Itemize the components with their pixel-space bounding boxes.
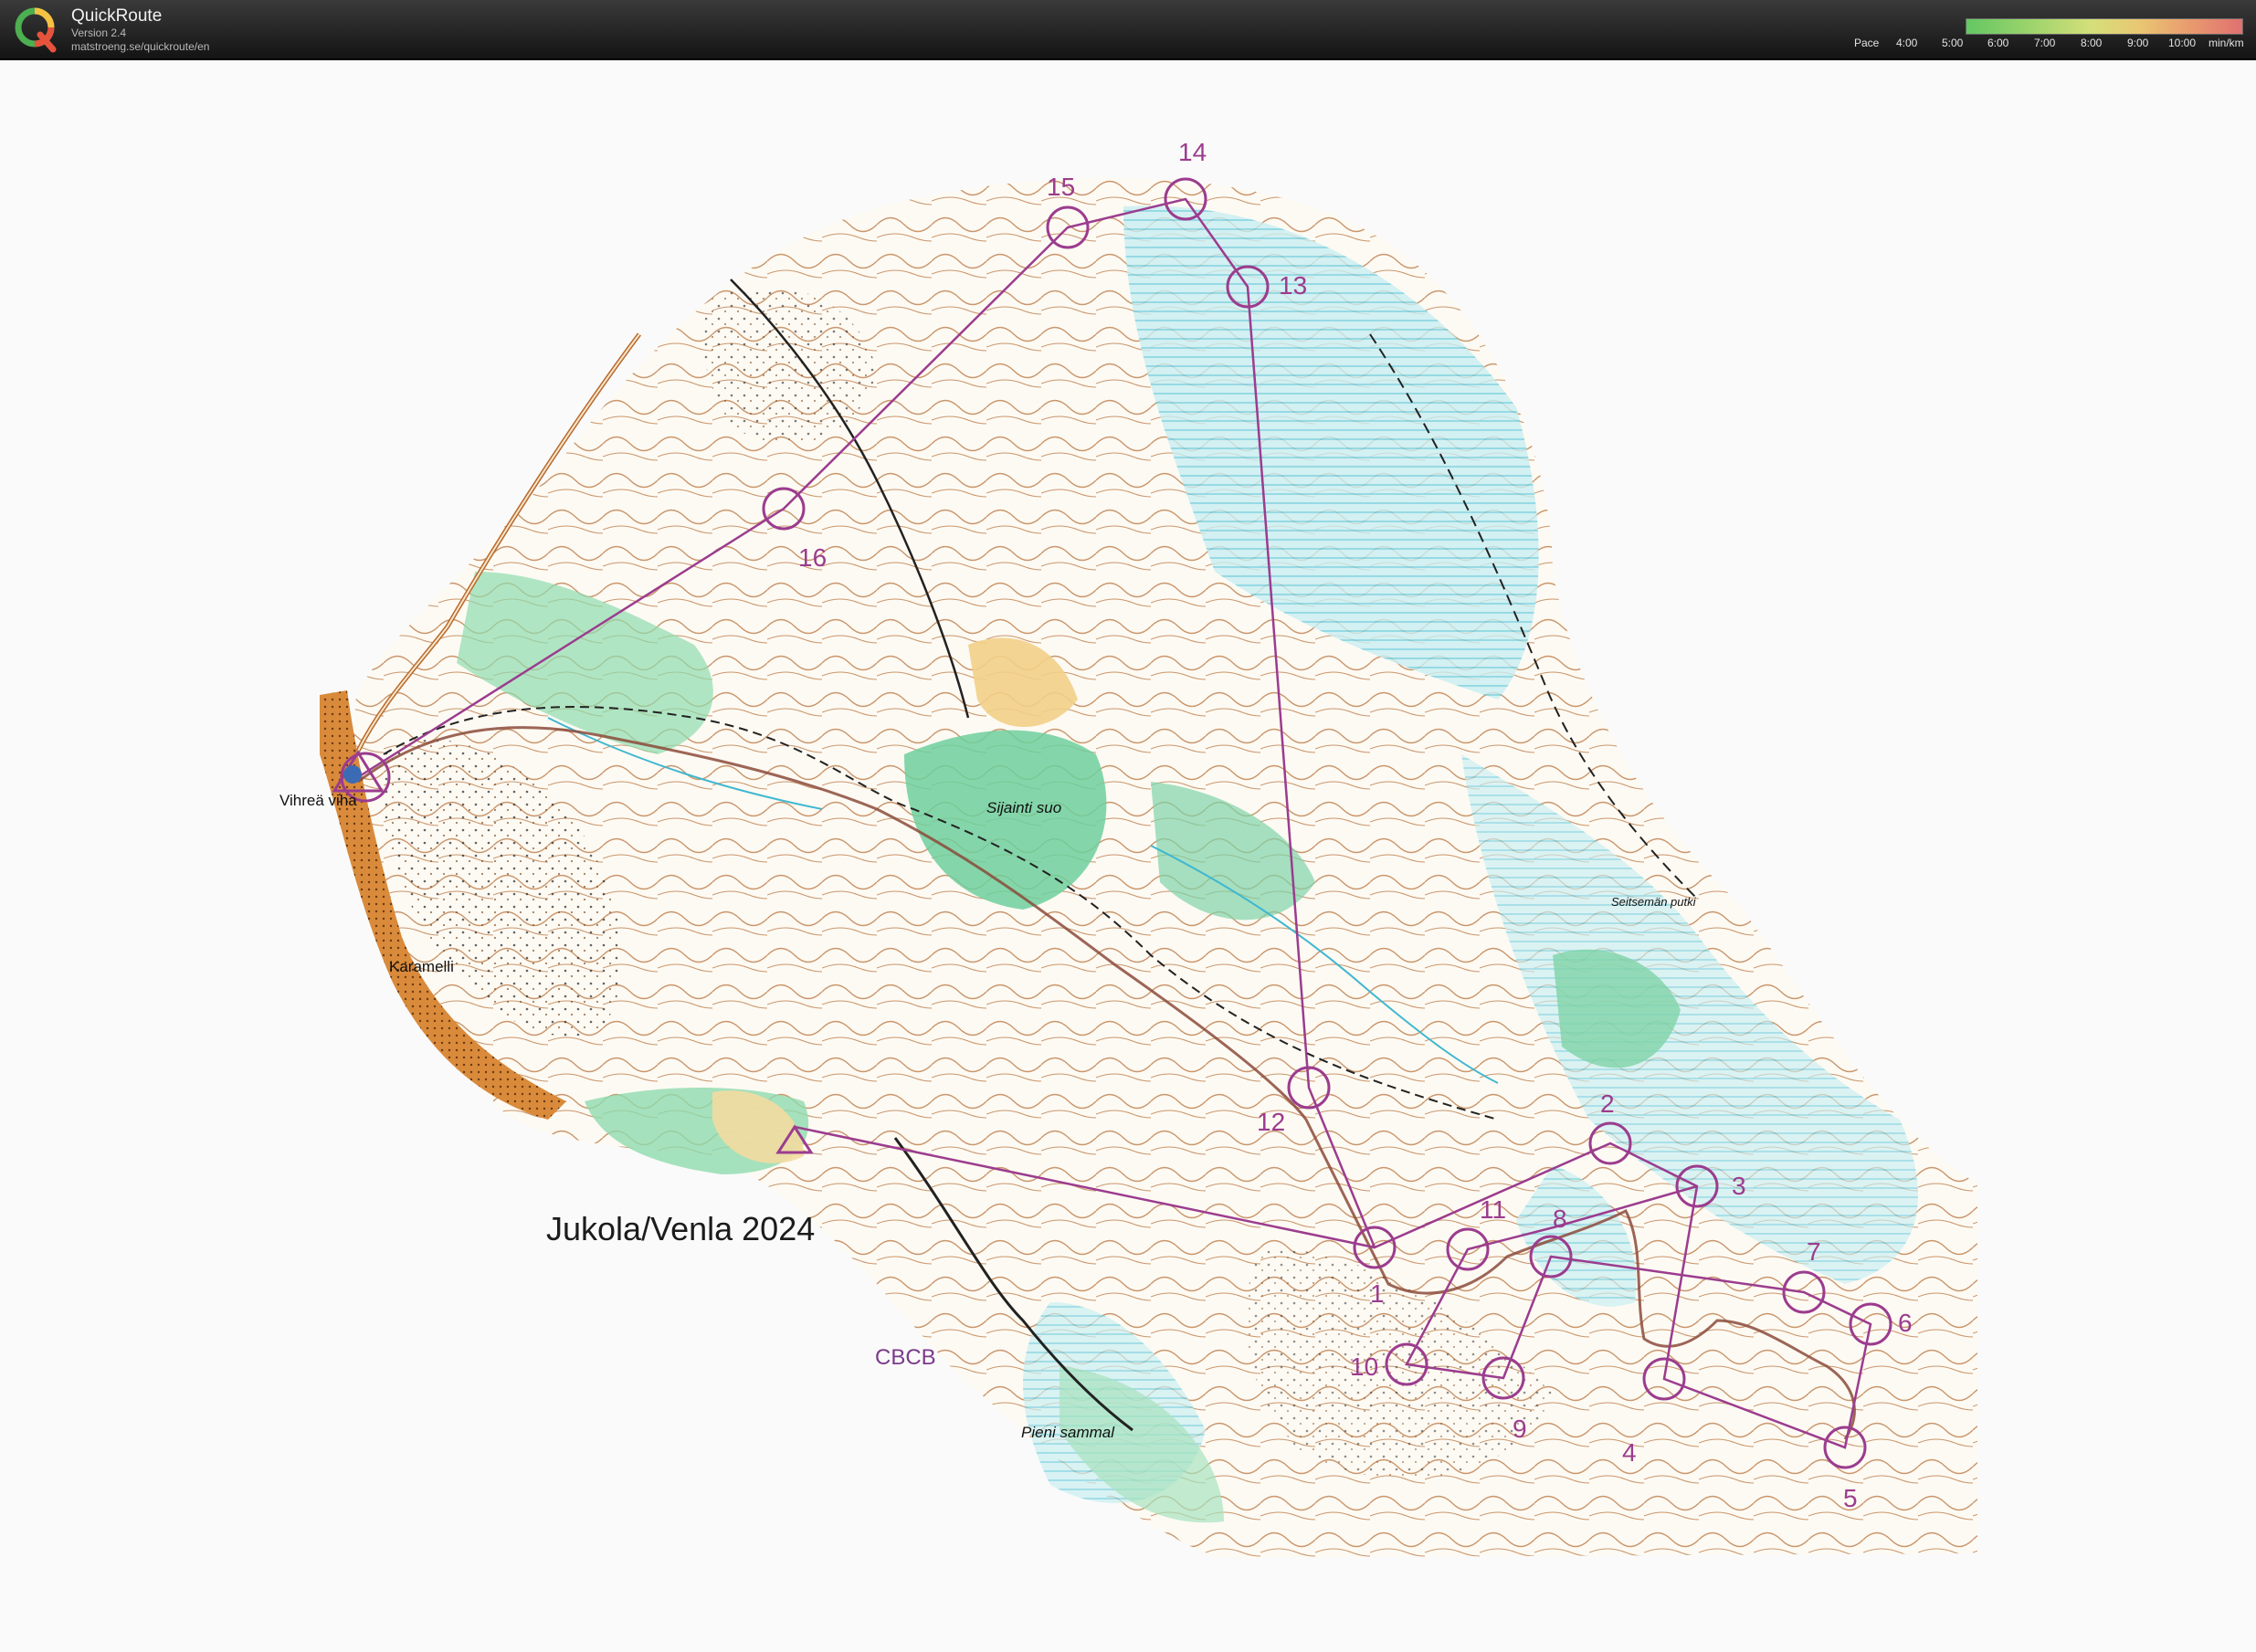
control-number: 2: [1600, 1089, 1615, 1118]
place-name: Seitsemän putki: [1611, 895, 1697, 909]
control-number: 7: [1807, 1237, 1821, 1266]
pace-tick: 8:00: [2081, 37, 2103, 49]
pace-unit: min/km: [2209, 37, 2244, 49]
control-number: 4: [1622, 1438, 1637, 1467]
control-number: 1: [1370, 1279, 1385, 1308]
map-title: Jukola/Venla 2024: [546, 1210, 815, 1247]
pace-tick: 5:00: [1942, 37, 1964, 49]
orienteering-map[interactable]: 1 2 3 4 5 6 7 8 9 10 11 12 13 14 15 16 V…: [0, 60, 2256, 1652]
pace-tick: 7:00: [2034, 37, 2056, 49]
place-name: Karamelli: [389, 958, 454, 975]
control-number: 16: [798, 543, 827, 572]
map-canvas[interactable]: 1 2 3 4 5 6 7 8 9 10 11 12 13 14 15 16 V…: [0, 60, 2256, 1652]
app-version: Version 2.4: [71, 26, 127, 39]
quickroute-logo-icon: [15, 7, 57, 53]
pace-tick: 4:00: [1896, 37, 1918, 49]
pace-tick: 9:00: [2127, 37, 2149, 49]
pace-tick: 10:00: [2168, 37, 2197, 49]
app-header: QuickRoute Version 2.4 matstroeng.se/qui…: [0, 0, 2256, 60]
pace-label: Pace: [1854, 37, 1880, 49]
control-number: 9: [1513, 1415, 1527, 1443]
control-number: 11: [1480, 1195, 1506, 1224]
control-number: 6: [1898, 1309, 1913, 1337]
app-url-link[interactable]: matstroeng.se/quickroute/en: [71, 40, 209, 53]
pace-color-bar: [1966, 18, 2243, 35]
control-number: 8: [1553, 1205, 1567, 1233]
control-number: 5: [1843, 1484, 1858, 1512]
control-number: 10: [1350, 1352, 1378, 1381]
control-number: 12: [1257, 1108, 1285, 1136]
place-name: Sijainti suo: [986, 799, 1061, 816]
app-title: QuickRoute: [71, 6, 163, 26]
place-name: Pieni sammal: [1021, 1424, 1115, 1441]
control-number: 14: [1178, 138, 1207, 166]
control-number: 15: [1047, 173, 1075, 201]
control-number: 13: [1279, 271, 1307, 300]
course-code: CBCB: [875, 1345, 936, 1370]
control-number: 3: [1732, 1172, 1746, 1200]
pace-legend: Pace 4:00 5:00 6:00 7:00 8:00 9:00 10:00…: [1854, 13, 2256, 53]
place-name: Vihreä viha: [279, 792, 357, 809]
pace-tick: 6:00: [1987, 37, 2009, 49]
